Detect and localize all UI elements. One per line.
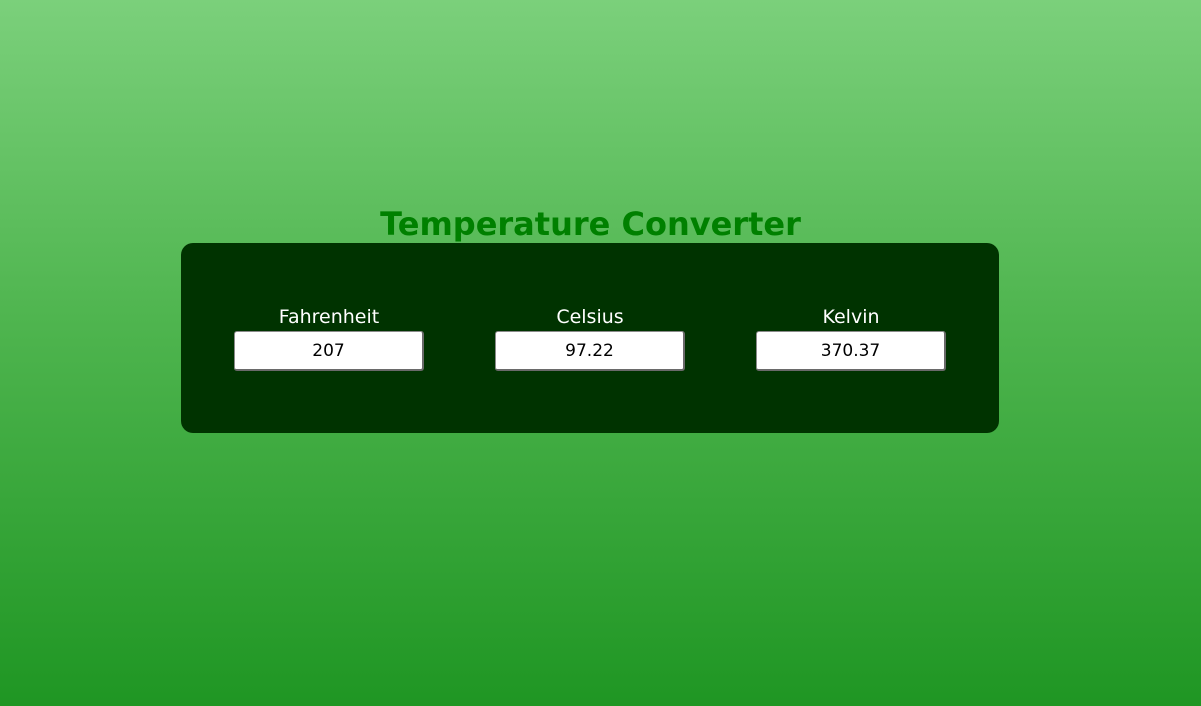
fahrenheit-field: Fahrenheit [234, 305, 424, 371]
celsius-input[interactable] [495, 331, 685, 371]
converter-panel: Fahrenheit Celsius Kelvin [181, 243, 999, 433]
fahrenheit-label: Fahrenheit [278, 306, 380, 328]
kelvin-input[interactable] [756, 331, 946, 371]
kelvin-label: Kelvin [822, 306, 880, 328]
kelvin-field: Kelvin [756, 305, 946, 371]
fahrenheit-input[interactable] [234, 331, 424, 371]
page-title: Temperature Converter [380, 205, 801, 243]
celsius-field: Celsius [495, 305, 685, 371]
celsius-label: Celsius [556, 306, 624, 328]
